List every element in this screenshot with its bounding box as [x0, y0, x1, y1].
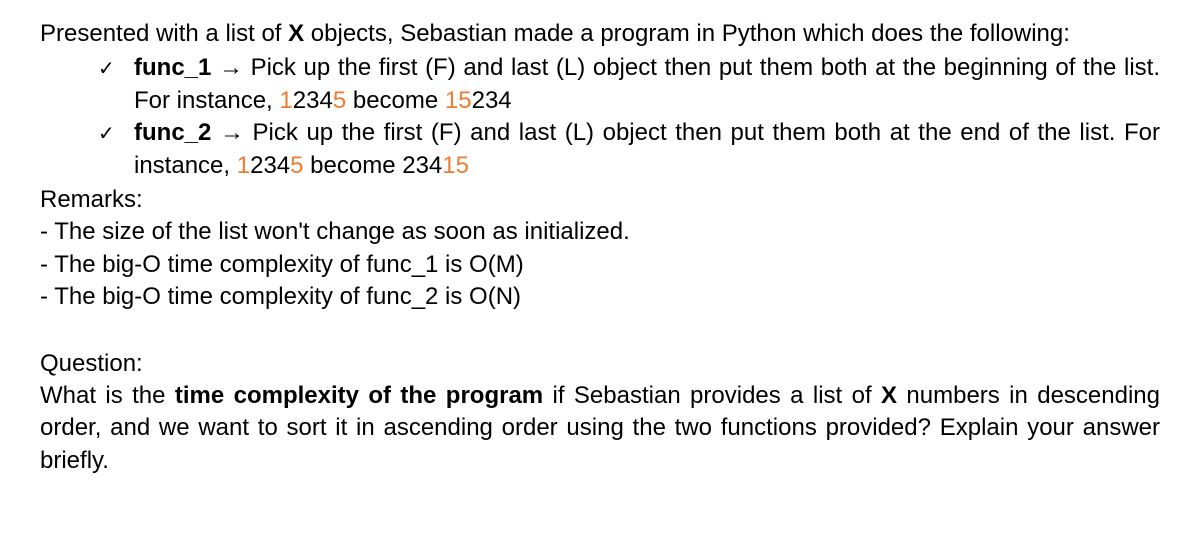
func2-name: func_2 [134, 119, 211, 146]
remarks-label: Remarks: [40, 184, 1160, 216]
remark-item: - The big-O time complexity of func_2 is… [40, 281, 1160, 313]
func2-ex-b1: 234 [402, 152, 442, 179]
question-pre: What is the [40, 382, 175, 409]
question-mid: if Sebastian provides a list of [543, 382, 881, 409]
question-body: What is the time complexity of the progr… [40, 380, 1160, 477]
func1-ex-b2: 234 [472, 87, 512, 114]
intro-pre: Presented with a list of [40, 20, 288, 47]
func2-text: func_2 → Pick up the first (F) and last … [134, 117, 1160, 182]
intro-x: X [288, 20, 304, 47]
func1-item: ✓ func_1 → Pick up the first (F) and las… [40, 52, 1160, 117]
question-bold: time complexity of the program [175, 382, 543, 409]
func1-ex-a2: 234 [293, 87, 333, 114]
intro-post: objects, Sebastian made a program in Pyt… [304, 20, 1070, 47]
func1-name: func_1 [134, 54, 211, 81]
remark-item: - The big-O time complexity of func_1 is… [40, 249, 1160, 281]
func2-ex-a2: 234 [250, 152, 290, 179]
func1-become: become [346, 87, 445, 114]
intro-paragraph: Presented with a list of X objects, Seba… [40, 18, 1160, 50]
func2-ex-b2: 15 [442, 152, 469, 179]
func1-text: func_1 → Pick up the first (F) and last … [134, 52, 1160, 117]
func1-ex-b1: 15 [445, 87, 472, 114]
check-icon: ✓ [40, 52, 134, 83]
func1-ex-a1: 1 [279, 87, 292, 114]
question-label: Question: [40, 348, 1160, 380]
func2-item: ✓ func_2 → Pick up the first (F) and las… [40, 117, 1160, 182]
func1-ex-a3: 5 [333, 87, 346, 114]
func2-become: become [304, 152, 403, 179]
arrow-icon: → [211, 119, 252, 146]
remarks-list: - The size of the list won't change as s… [40, 216, 1160, 313]
check-icon: ✓ [40, 117, 134, 148]
function-list: ✓ func_1 → Pick up the first (F) and las… [40, 52, 1160, 182]
question-x: X [881, 382, 897, 409]
func2-ex-a3: 5 [290, 152, 303, 179]
remark-item: - The size of the list won't change as s… [40, 216, 1160, 248]
arrow-icon: → [211, 54, 250, 81]
func2-ex-a1: 1 [237, 152, 250, 179]
